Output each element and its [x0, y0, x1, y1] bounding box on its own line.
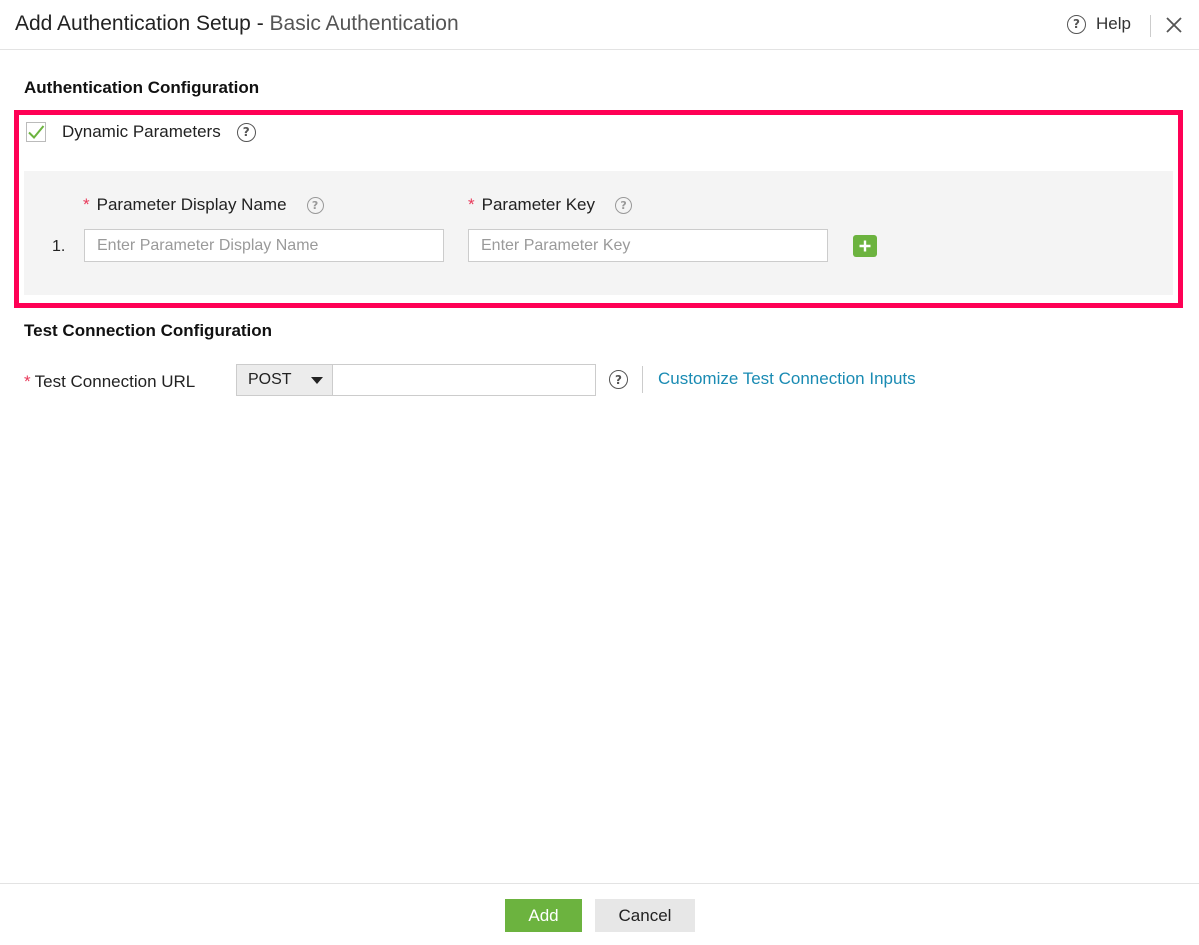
question-circle-icon: ? [1067, 14, 1086, 34]
test-config-title: Test Connection Configuration [24, 321, 273, 340]
http-method-value: POST [248, 371, 292, 388]
dialog-header: Add Authentication Setup - Basic Authent… [0, 0, 1199, 50]
required-marker: * [24, 372, 31, 391]
test-connection-url-label-row: * Test Connection URL [24, 372, 195, 392]
customize-test-connection-link[interactable]: Customize Test Connection Inputs [658, 369, 916, 389]
dialog-title-separator: - [250, 12, 270, 35]
cancel-button[interactable]: Cancel [595, 899, 695, 932]
highlight-annotation-box [14, 110, 1183, 308]
add-button[interactable]: Add [505, 899, 582, 932]
footer-divider [0, 883, 1199, 884]
test-connection-url-input[interactable] [332, 364, 596, 396]
url-divider [642, 366, 643, 393]
dialog-title: Add Authentication Setup - Basic Authent… [15, 12, 459, 36]
help-button[interactable]: ? Help [1067, 14, 1131, 34]
question-circle-icon[interactable]: ? [609, 370, 628, 389]
test-connection-url-label: Test Connection URL [34, 372, 196, 391]
close-icon [1166, 17, 1182, 33]
chevron-down-icon [310, 376, 323, 384]
dialog-subtitle: Basic Authentication [269, 12, 459, 35]
http-method-select[interactable]: POST [236, 364, 333, 396]
auth-config-title: Authentication Configuration [24, 78, 260, 97]
help-label: Help [1096, 14, 1131, 33]
header-divider [1150, 15, 1151, 37]
dialog-title-main: Add Authentication Setup [15, 12, 251, 35]
close-button[interactable] [1162, 13, 1186, 37]
